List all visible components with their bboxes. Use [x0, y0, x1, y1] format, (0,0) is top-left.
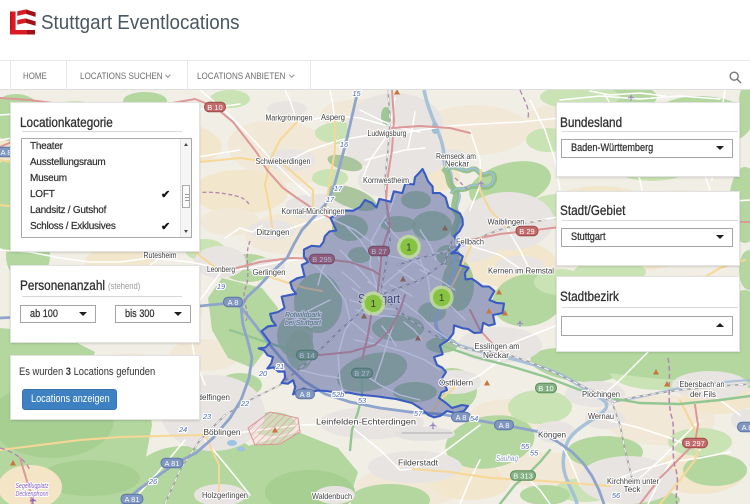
svg-text:A 8: A 8	[499, 421, 510, 430]
svg-text:Kernen im Remstal: Kernen im Remstal	[488, 266, 554, 276]
svg-text:A 8: A 8	[300, 390, 311, 399]
svg-text:Köngen: Köngen	[538, 430, 566, 440]
svg-text:1: 1	[439, 293, 445, 304]
svg-text:19: 19	[217, 282, 226, 291]
svg-text:Waldenbuch: Waldenbuch	[312, 491, 352, 501]
svg-text:A 8: A 8	[742, 423, 750, 432]
svg-text:55: 55	[530, 449, 539, 458]
svg-text:A 81: A 81	[164, 459, 179, 468]
svg-text:24: 24	[178, 425, 187, 434]
svg-text:53: 53	[358, 396, 367, 405]
svg-text:Korntal-Münchingen: Korntal-Münchingen	[282, 206, 345, 216]
svg-text:Leonberg: Leonberg	[207, 264, 235, 274]
svg-text:Neckar: Neckar	[483, 350, 509, 360]
svg-text:Holzgerlingen: Holzgerlingen	[202, 490, 248, 500]
svg-text:Plochingen: Plochingen	[582, 389, 620, 399]
svg-text:17: 17	[334, 184, 343, 193]
svg-text:56: 56	[612, 491, 621, 500]
svg-text:55: 55	[521, 442, 530, 451]
svg-text:15: 15	[352, 90, 361, 98]
svg-text:der Fils: der Fils	[690, 389, 716, 399]
svg-text:20: 20	[258, 369, 268, 378]
svg-text:1: 1	[406, 242, 412, 253]
svg-text:Ebersbach an: Ebersbach an	[680, 379, 725, 389]
svg-text:B 10: B 10	[207, 103, 222, 112]
svg-text:Schwieberdingen: Schwieberdingen	[256, 156, 311, 166]
svg-text:17: 17	[326, 195, 335, 204]
svg-text:A 8: A 8	[456, 413, 467, 422]
svg-text:Leinfelden-Echterdingen: Leinfelden-Echterdingen	[316, 417, 416, 427]
svg-text:Markgröningen: Markgröningen	[266, 113, 313, 123]
svg-text:B 297: B 297	[685, 439, 705, 448]
svg-text:B 29: B 29	[519, 227, 534, 236]
svg-text:Ostfildern: Ostfildern	[439, 378, 473, 388]
svg-text:Wernau: Wernau	[588, 411, 614, 421]
svg-text:Sauhag: Sauhag	[496, 454, 518, 463]
svg-text:Ludwigsburg: Ludwigsburg	[368, 128, 407, 138]
svg-text:Böblingen: Böblingen	[204, 427, 241, 437]
svg-text:22: 22	[240, 399, 250, 408]
svg-text:Neckar: Neckar	[445, 159, 469, 169]
svg-text:52b: 52b	[332, 390, 345, 399]
svg-text:Ditzingen: Ditzingen	[257, 227, 290, 237]
svg-text:1: 1	[371, 299, 377, 310]
svg-text:A 8: A 8	[228, 298, 239, 307]
svg-text:Kornwestheim: Kornwestheim	[363, 175, 409, 185]
svg-text:16: 16	[340, 140, 349, 149]
svg-text:26: 26	[148, 477, 158, 486]
svg-text:Filderstadt: Filderstadt	[398, 458, 439, 468]
svg-text:Waiblingen: Waiblingen	[488, 217, 525, 227]
svg-text:57: 57	[414, 409, 423, 418]
svg-text:Fellbach: Fellbach	[456, 237, 484, 247]
svg-text:A 81: A 81	[124, 495, 139, 504]
svg-text:23: 23	[202, 412, 212, 421]
svg-text:21: 21	[275, 362, 284, 371]
svg-text:B 313: B 313	[513, 471, 533, 480]
svg-text:Teck: Teck	[624, 484, 642, 494]
svg-text:Deckenpfronn: Deckenpfronn	[16, 489, 49, 498]
svg-text:B 10: B 10	[538, 384, 553, 393]
svg-text:54: 54	[470, 414, 478, 423]
svg-text:Gerlingen: Gerlingen	[253, 267, 286, 277]
svg-text:Asperg: Asperg	[321, 112, 345, 122]
